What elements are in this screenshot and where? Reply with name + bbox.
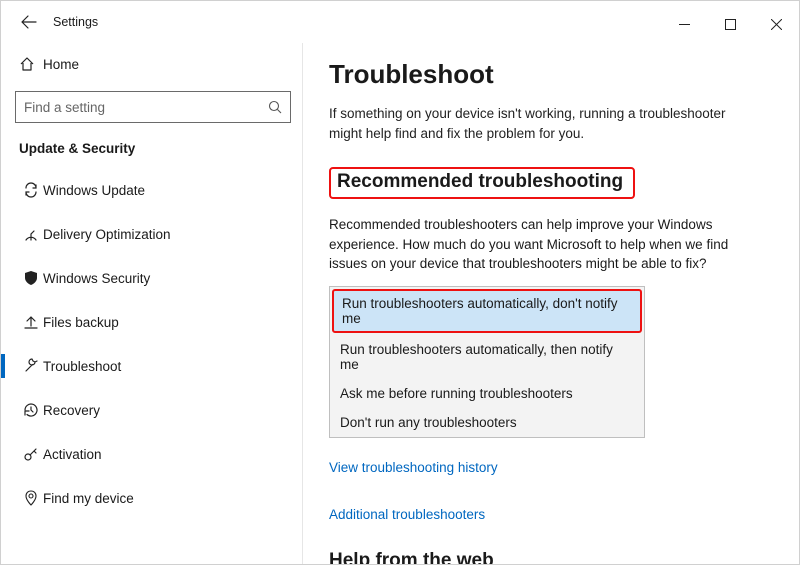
- sidebar-item-home[interactable]: Home: [11, 47, 292, 81]
- upload-icon: [19, 314, 43, 330]
- dropdown-option[interactable]: Run troubleshooters automatically, then …: [330, 335, 644, 379]
- section-heading: Recommended troubleshooting: [337, 171, 623, 193]
- sidebar-item-label: Recovery: [43, 403, 100, 418]
- sidebar-item-find-my-device[interactable]: Find my device: [11, 476, 292, 520]
- dropdown-option-label: Run troubleshooters automatically, then …: [340, 342, 613, 372]
- close-button[interactable]: [753, 7, 799, 41]
- back-button[interactable]: [15, 8, 43, 36]
- section-description: Recommended troubleshooters can help imp…: [329, 215, 749, 274]
- dropdown-option-label: Run troubleshooters automatically, don't…: [342, 296, 617, 326]
- sidebar-item-backup[interactable]: Files backup: [11, 300, 292, 344]
- page-description: If something on your device isn't workin…: [329, 104, 749, 143]
- search-placeholder: Find a setting: [24, 100, 268, 115]
- sidebar-home-label: Home: [43, 57, 79, 72]
- sidebar-item-recovery[interactable]: Recovery: [11, 388, 292, 432]
- sidebar-item-label: Windows Update: [43, 183, 145, 198]
- recovery-icon: [19, 402, 43, 418]
- sidebar-item-label: Find my device: [43, 491, 134, 506]
- home-icon: [19, 56, 43, 72]
- sidebar-item-delivery-optimization[interactable]: Delivery Optimization: [11, 212, 292, 256]
- sidebar-item-label: Windows Security: [43, 271, 150, 286]
- sidebar-item-label: Delivery Optimization: [43, 227, 171, 242]
- link-troubleshooting-history[interactable]: View troubleshooting history: [329, 460, 773, 475]
- optimization-icon: [19, 226, 43, 242]
- window-title: Settings: [53, 15, 98, 29]
- link-additional-troubleshooters[interactable]: Additional troubleshooters: [329, 507, 773, 522]
- section-heading-highlight: Recommended troubleshooting: [329, 167, 635, 199]
- sidebar-item-troubleshoot[interactable]: Troubleshoot: [11, 344, 292, 388]
- location-icon: [19, 490, 43, 506]
- sidebar-item-label: Troubleshoot: [43, 359, 121, 374]
- sidebar-item-windows-update[interactable]: Windows Update: [11, 168, 292, 212]
- sidebar-item-activation[interactable]: Activation: [11, 432, 292, 476]
- dropdown-option[interactable]: Ask me before running troubleshooters: [330, 379, 644, 408]
- sidebar: Home Find a setting Update & Security Wi…: [1, 43, 303, 564]
- shield-icon: [19, 270, 43, 286]
- key-icon: [19, 446, 43, 462]
- search-icon: [268, 100, 282, 114]
- dropdown-option-label: Don't run any troubleshooters: [340, 415, 517, 430]
- search-input[interactable]: Find a setting: [15, 91, 291, 123]
- minimize-icon: [679, 19, 690, 30]
- sidebar-item-windows-security[interactable]: Windows Security: [11, 256, 292, 300]
- troubleshoot-preference-dropdown[interactable]: Run troubleshooters automatically, don't…: [329, 286, 645, 438]
- sync-icon: [19, 182, 43, 198]
- sidebar-item-label: Files backup: [43, 315, 119, 330]
- dropdown-option[interactable]: Don't run any troubleshooters: [330, 408, 644, 437]
- main-panel: Troubleshoot If something on your device…: [303, 43, 799, 564]
- dropdown-option-label: Ask me before running troubleshooters: [340, 386, 573, 401]
- close-icon: [771, 19, 782, 30]
- maximize-button[interactable]: [707, 7, 753, 41]
- help-from-web-heading: Help from the web: [329, 550, 773, 564]
- minimize-button[interactable]: [661, 7, 707, 41]
- arrow-left-icon: [21, 14, 37, 30]
- window-controls: [661, 7, 799, 41]
- page-title: Troubleshoot: [329, 59, 773, 90]
- titlebar: Settings: [1, 1, 799, 43]
- sidebar-item-label: Activation: [43, 447, 102, 462]
- sidebar-category: Update & Security: [19, 141, 292, 156]
- maximize-icon: [725, 19, 736, 30]
- wrench-icon: [19, 358, 43, 374]
- dropdown-option-selected[interactable]: Run troubleshooters automatically, don't…: [332, 289, 642, 333]
